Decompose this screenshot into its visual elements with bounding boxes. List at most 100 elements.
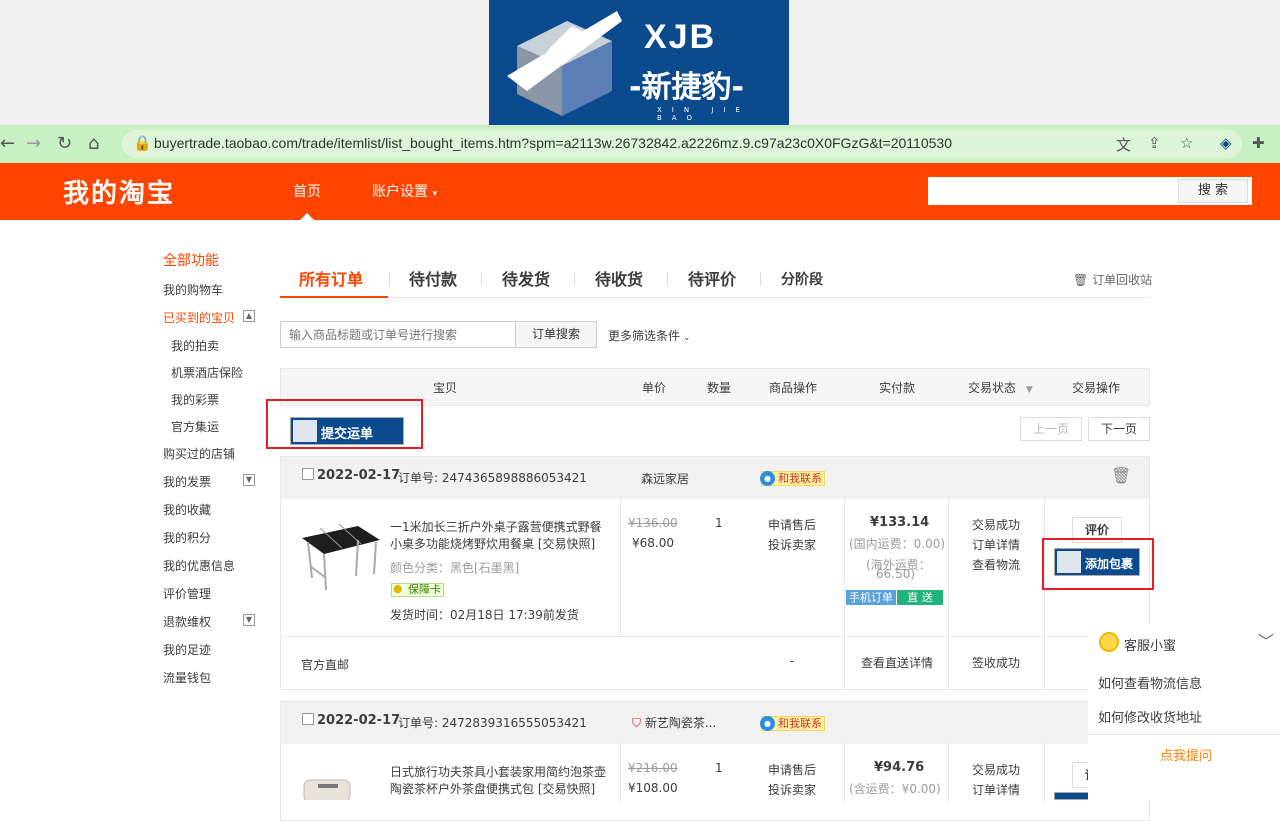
- shop-name[interactable]: ⛉ 新艺陶瓷茶...: [632, 714, 716, 731]
- more-filters-link[interactable]: 更多筛选条件 ⌄: [608, 327, 690, 344]
- sidebar-item-footprint[interactable]: 我的足迹: [163, 641, 211, 658]
- add-package-button[interactable]: 添加包裹: [1054, 548, 1140, 576]
- order-number: 订单号: 2472839316555053421: [398, 716, 587, 730]
- tab-pending-payment[interactable]: 待付款: [409, 266, 457, 290]
- th-actions: 交易操作: [1072, 381, 1121, 395]
- contact-seller-button[interactable]: ● 和我联系: [760, 471, 825, 486]
- star-icon[interactable]: ☆: [1180, 134, 1193, 152]
- nav-home[interactable]: 首页: [293, 181, 321, 201]
- sidebar-item-coupons[interactable]: 我的优惠信息: [163, 557, 235, 574]
- sidebar-item-cart[interactable]: 我的购物车: [163, 281, 223, 298]
- collapse-chevron-icon[interactable]: ﹀: [1258, 628, 1274, 652]
- sidebar-item-travel[interactable]: 机票酒店保险: [171, 364, 243, 381]
- extensions-puzzle-icon[interactable]: ✚: [1252, 134, 1265, 152]
- sidebar-item-data-wallet[interactable]: 流量钱包: [163, 669, 211, 686]
- ask-question-link[interactable]: 点我提问: [1160, 745, 1212, 764]
- view-logistics-link[interactable]: 查看物流: [972, 556, 1020, 573]
- shop-badge-icon: ⛉: [632, 716, 642, 730]
- guarantee-badge[interactable]: ● 保障卡: [391, 583, 444, 597]
- trade-status: 交易成功: [972, 763, 1021, 777]
- order-date: 2022-02-17: [317, 468, 401, 483]
- sidebar-item-refunds[interactable]: 退款维权: [163, 613, 211, 630]
- customer-service-widget: 客服小蜜 ﹀ 如何查看物流信息 如何修改收货地址 点我提问: [1088, 624, 1280, 800]
- xjb-logo: XJB -新捷豹- XIN JIE BAO: [489, 0, 789, 125]
- th-status[interactable]: 交易状态 ▼: [968, 379, 1033, 396]
- product-variant: 颜色分类：黑色[石墨黑]: [390, 561, 520, 575]
- expand-icon[interactable]: ▼: [243, 474, 255, 486]
- chat-title: 客服小蜜: [1124, 639, 1177, 654]
- tab-all-orders[interactable]: 所有订单: [299, 266, 363, 290]
- tab-pending-receipt[interactable]: 待收货: [595, 266, 643, 290]
- product-title-line2[interactable]: 小桌多功能烧烤野炊用餐桌 [交易快照]: [390, 535, 595, 552]
- order-checkbox[interactable]: [302, 713, 314, 725]
- tab-pending-shipment[interactable]: 待发货: [502, 266, 550, 290]
- expand-icon[interactable]: ▼: [243, 614, 255, 626]
- header-search-input[interactable]: [930, 179, 1178, 203]
- active-nav-caret: [300, 213, 314, 220]
- url-text[interactable]: buyertrade.taobao.com/trade/itemlist/lis…: [154, 135, 952, 151]
- order-detail-link[interactable]: 订单详情: [972, 781, 1020, 798]
- nav-account-settings[interactable]: 账户设置 ▾: [372, 181, 437, 201]
- th-price: 单价: [642, 381, 667, 395]
- product-title-line1[interactable]: 日式旅行功夫茶具小套装家用简约泡茶壶: [390, 763, 606, 780]
- translate-icon[interactable]: 文: [1116, 134, 1131, 155]
- tab-installments[interactable]: 分阶段: [781, 269, 823, 289]
- trash-icon: 🗑: [1073, 273, 1089, 287]
- taobao-header: 我的淘宝 首页 账户设置 ▾ 搜 索: [0, 163, 1280, 220]
- share-icon[interactable]: ⇪: [1148, 134, 1161, 152]
- sidebar-item-shops[interactable]: 购买过的店铺: [163, 445, 235, 462]
- product-image[interactable]: [298, 770, 362, 803]
- order-checkbox[interactable]: [302, 468, 314, 480]
- extension-xjb-icon[interactable]: ◈: [1220, 134, 1232, 152]
- product-title-line2[interactable]: 陶瓷茶杯户外茶盘便携式包 [交易快照]: [390, 780, 595, 797]
- faq-logistics[interactable]: 如何查看物流信息: [1098, 673, 1202, 692]
- complain-seller-link[interactable]: 投诉卖家: [768, 536, 816, 553]
- sidebar-item-lottery[interactable]: 我的彩票: [171, 391, 219, 408]
- apply-after-sales-link[interactable]: 申请售后: [768, 516, 816, 533]
- original-price: ¥136.00: [628, 516, 678, 530]
- reload-icon[interactable]: ↻: [57, 133, 72, 154]
- shipping-included: (含运费：¥0.00): [849, 782, 941, 796]
- delete-order-icon[interactable]: 🗑: [1111, 466, 1131, 485]
- sidebar-item-reviews[interactable]: 评价管理: [163, 585, 211, 602]
- product-title-line1[interactable]: 一1米加长三折户外桌子露营便携式野餐: [390, 518, 602, 535]
- order-search-button[interactable]: 订单搜索: [515, 321, 597, 348]
- logo-text: XJB: [644, 18, 717, 56]
- unit-price: ¥108.00: [628, 781, 678, 795]
- shop-name[interactable]: 森远家居: [641, 470, 689, 487]
- sidebar-item-invoice[interactable]: 我的发票: [163, 473, 211, 490]
- header-search-button[interactable]: 搜 索: [1178, 179, 1248, 203]
- brand-title[interactable]: 我的淘宝: [63, 173, 175, 210]
- next-page-button[interactable]: 下一页: [1088, 417, 1150, 441]
- forward-icon[interactable]: →: [26, 133, 41, 154]
- order-detail-link[interactable]: 订单详情: [972, 536, 1020, 553]
- faq-address[interactable]: 如何修改收货地址: [1098, 707, 1202, 726]
- direct-delivery-detail-link[interactable]: 查看直送详情: [861, 654, 933, 671]
- mobile-order-tag: 手机订单: [846, 590, 896, 605]
- sidebar-item-favorites[interactable]: 我的收藏: [163, 501, 211, 518]
- tab-pending-review[interactable]: 待评价: [688, 266, 736, 290]
- submit-waybill-button[interactable]: 提交运单: [290, 417, 404, 445]
- order-number: 订单号: 2474365898886053421: [398, 471, 587, 485]
- chat-bubble-icon: ●: [760, 716, 775, 731]
- contact-seller-button[interactable]: ● 和我联系: [760, 716, 825, 731]
- product-image[interactable]: [298, 518, 382, 594]
- chevron-down-icon: ⌄: [680, 333, 691, 343]
- sidebar-item-auction[interactable]: 我的拍卖: [171, 337, 219, 354]
- complain-seller-link[interactable]: 投诉卖家: [768, 781, 816, 798]
- sidebar-all-functions[interactable]: 全部功能: [163, 250, 219, 270]
- guarantee-icon: ●: [393, 582, 403, 595]
- th-qty: 数量: [707, 381, 732, 395]
- prev-page-button[interactable]: 上一页: [1020, 417, 1082, 441]
- collapse-icon[interactable]: ▲: [243, 310, 255, 322]
- recycle-bin-link[interactable]: 🗑 订单回收站: [1073, 271, 1152, 288]
- apply-after-sales-link[interactable]: 申请售后: [768, 761, 816, 778]
- back-icon[interactable]: ←: [0, 133, 15, 154]
- lock-icon[interactable]: 🔒: [133, 134, 152, 152]
- order-search-input[interactable]: [280, 321, 516, 348]
- trade-status: 交易成功: [972, 518, 1021, 532]
- home-icon[interactable]: ⌂: [88, 133, 99, 154]
- sidebar-item-consolidation[interactable]: 官方集运: [171, 418, 219, 435]
- sidebar-item-points[interactable]: 我的积分: [163, 529, 211, 546]
- sidebar-item-bought[interactable]: 已买到的宝贝: [163, 309, 235, 326]
